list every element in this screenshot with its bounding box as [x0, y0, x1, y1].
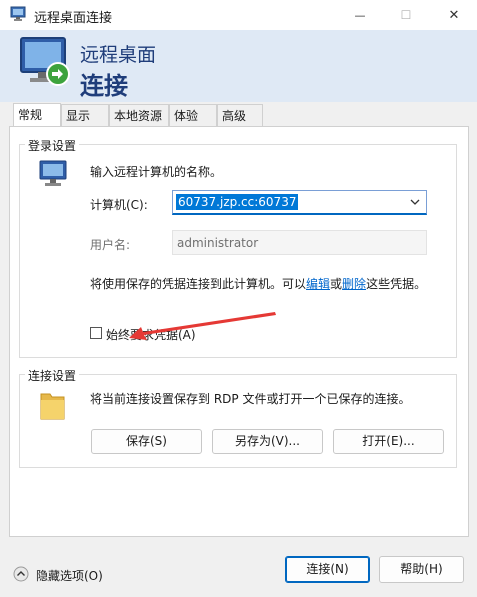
maximize-icon: ☐	[400, 8, 412, 22]
tab-label: 体验	[174, 109, 199, 123]
tab-local-resources[interactable]: 本地资源	[109, 104, 169, 126]
saved-credentials-prefix: 将使用保存的凭据连接到此计算机。可以	[90, 277, 307, 291]
maximize-button[interactable]: ☐	[383, 0, 429, 30]
saved-credentials-suffix: 这些凭据。	[366, 277, 427, 291]
username-field: administrator	[172, 230, 427, 255]
username-label: 用户名:	[90, 238, 131, 252]
window-title: 远程桌面连接	[34, 11, 113, 26]
open-button[interactable]: 打开(E)...	[333, 429, 444, 454]
tab-general[interactable]: 常规	[13, 103, 61, 127]
connection-settings-title: 连接设置	[25, 367, 80, 384]
saved-credentials-text: 将使用保存的凭据连接到此计算机。可以编辑或删除这些凭据。	[90, 275, 426, 292]
save-button[interactable]: 保存(S)	[91, 429, 202, 454]
login-settings-title: 登录设置	[25, 137, 80, 154]
connection-description: 将当前连接设置保存到 RDP 文件或打开一个已保存的连接。	[90, 392, 411, 406]
save-as-button[interactable]: 另存为(V)...	[212, 429, 323, 454]
computer-name-instruction: 输入远程计算机的名称。	[90, 165, 223, 179]
chevron-down-icon[interactable]	[409, 196, 421, 208]
minimize-button[interactable]: —	[337, 0, 383, 30]
minimize-icon: —	[354, 8, 366, 22]
tab-label: 高级	[222, 109, 247, 123]
tab-label: 本地资源	[114, 109, 163, 123]
computer-label: 计算机(C):	[90, 198, 148, 212]
banner-title-line2: 连接	[80, 72, 128, 100]
help-button[interactable]: 帮助(H)	[379, 556, 464, 583]
banner-title-line1: 远程桌面	[80, 44, 157, 66]
edit-credentials-link[interactable]: 编辑	[306, 277, 330, 291]
connect-button[interactable]: 连接(N)	[285, 556, 370, 583]
collapse-options-icon[interactable]	[13, 566, 29, 582]
close-button[interactable]: ✕	[431, 0, 477, 30]
tab-label: 显示	[66, 109, 91, 123]
tab-advanced[interactable]: 高级	[217, 104, 263, 126]
close-icon: ✕	[448, 7, 460, 23]
remote-desktop-monitor-icon	[20, 37, 70, 86]
remote-desktop-app-icon	[10, 6, 26, 21]
tab-experience[interactable]: 体验	[169, 104, 217, 126]
annotation-arrow	[129, 312, 276, 340]
delete-credentials-link[interactable]: 删除	[342, 277, 366, 291]
computer-icon	[39, 160, 67, 186]
hide-options-link[interactable]: 隐藏选项(O)	[36, 567, 103, 584]
or-text: 或	[330, 277, 343, 291]
computer-combobox[interactable]: 60737.jzp.cc:60737	[172, 190, 427, 215]
computer-input-value[interactable]: 60737.jzp.cc:60737	[176, 194, 299, 210]
tab-display[interactable]: 显示	[61, 104, 109, 126]
folder-icon	[40, 393, 65, 420]
tab-label: 常规	[18, 108, 43, 122]
username-value: administrator	[177, 236, 259, 250]
